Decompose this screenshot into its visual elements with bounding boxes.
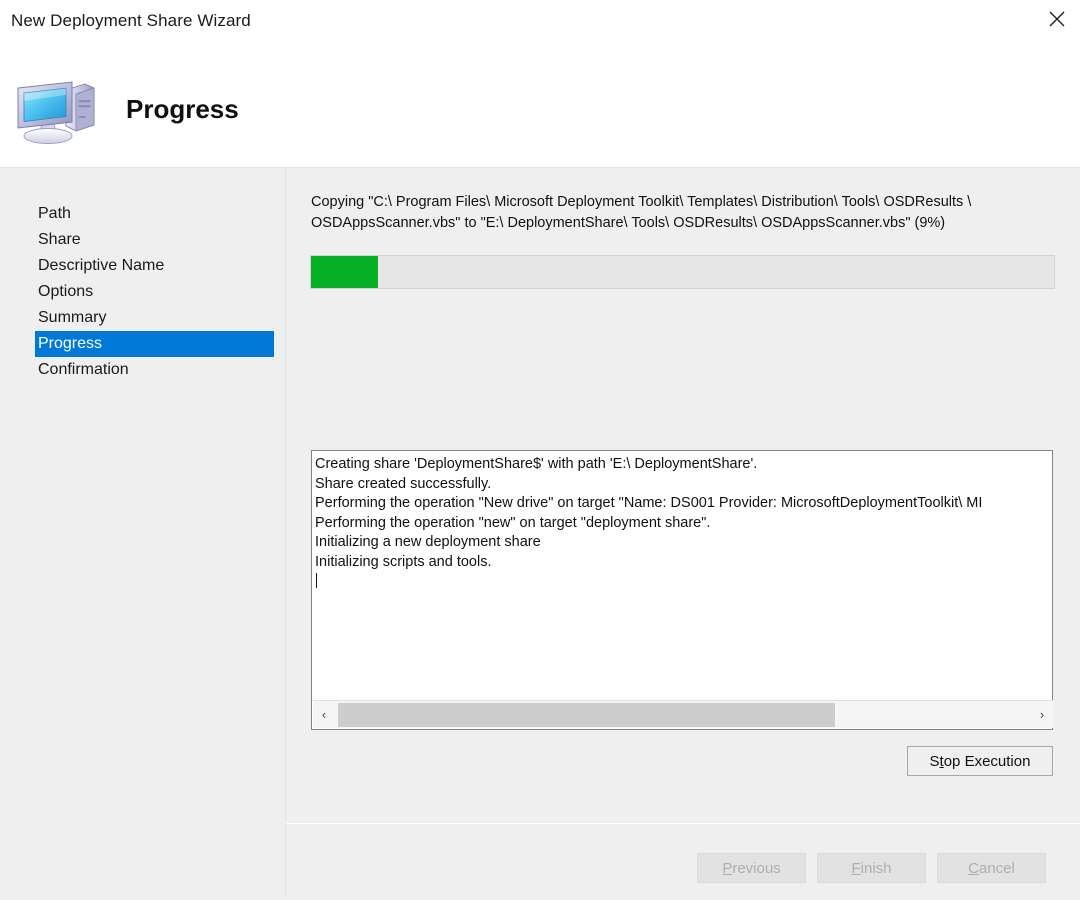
finish-button-label: Finish: [851, 859, 892, 877]
log-line: Creating share 'DeploymentShare$' with p…: [315, 456, 758, 472]
close-button[interactable]: [1034, 0, 1080, 38]
progress-bar-fill: [311, 256, 378, 288]
sidebar-item-confirmation[interactable]: Confirmation: [35, 357, 274, 383]
page-header: Progress: [0, 46, 1080, 168]
sidebar-item-share[interactable]: Share: [35, 227, 274, 253]
close-icon: [1049, 11, 1065, 27]
log-line: Performing the operation "New drive" on …: [315, 495, 983, 512]
title-bar: New Deployment Share Wizard: [0, 0, 1080, 46]
window-title: New Deployment Share Wizard: [11, 11, 251, 30]
cancel-button[interactable]: Cancel: [937, 853, 1046, 883]
text-caret: [316, 572, 317, 588]
copy-status-text: Copying "C:\ Program Files\ Microsoft De…: [311, 194, 972, 231]
log-line: Initializing a new deployment share: [315, 534, 541, 551]
chevron-right-icon[interactable]: ›: [1031, 701, 1053, 728]
wizard-step-list: Path Share Descriptive Name Options Summ…: [35, 201, 274, 383]
horizontal-scrollbar[interactable]: ‹ ›: [313, 700, 1053, 728]
log-output-text: Creating share 'DeploymentShare$' with p…: [315, 455, 1052, 592]
finish-button[interactable]: Finish: [817, 853, 926, 883]
sidebar-item-descriptive-name[interactable]: Descriptive Name: [35, 253, 274, 279]
log-line: Share created successfully.: [315, 475, 492, 492]
page-title: Progress: [126, 94, 239, 124]
previous-button[interactable]: Previous: [697, 853, 806, 883]
scrollbar-thumb[interactable]: [338, 703, 835, 727]
sidebar-item-progress[interactable]: Progress: [35, 331, 274, 357]
sidebar-item-path[interactable]: Path: [35, 201, 274, 227]
wizard-sidebar: Path Share Descriptive Name Options Summ…: [0, 168, 285, 899]
stop-execution-button[interactable]: Stop Execution: [907, 746, 1053, 776]
log-line: Performing the operation "new" on target…: [315, 514, 711, 531]
wizard-footer: Previous Finish Cancel: [286, 823, 1080, 900]
computer-icon: [14, 78, 100, 148]
sidebar-item-options[interactable]: Options: [35, 279, 274, 305]
cancel-button-label: Cancel: [968, 859, 1015, 877]
log-caret-line: [315, 572, 1052, 593]
progress-bar: [310, 255, 1055, 289]
log-output-box[interactable]: Creating share 'DeploymentShare$' with p…: [311, 450, 1053, 730]
stop-execution-label: Stop Execution: [929, 752, 1031, 770]
main-content: Copying "C:\ Program Files\ Microsoft De…: [286, 168, 1080, 822]
chevron-left-icon[interactable]: ‹: [313, 701, 335, 728]
sidebar-item-summary[interactable]: Summary: [35, 305, 274, 331]
log-line: Initializing scripts and tools.: [315, 553, 492, 570]
previous-button-label: Previous: [722, 859, 781, 877]
